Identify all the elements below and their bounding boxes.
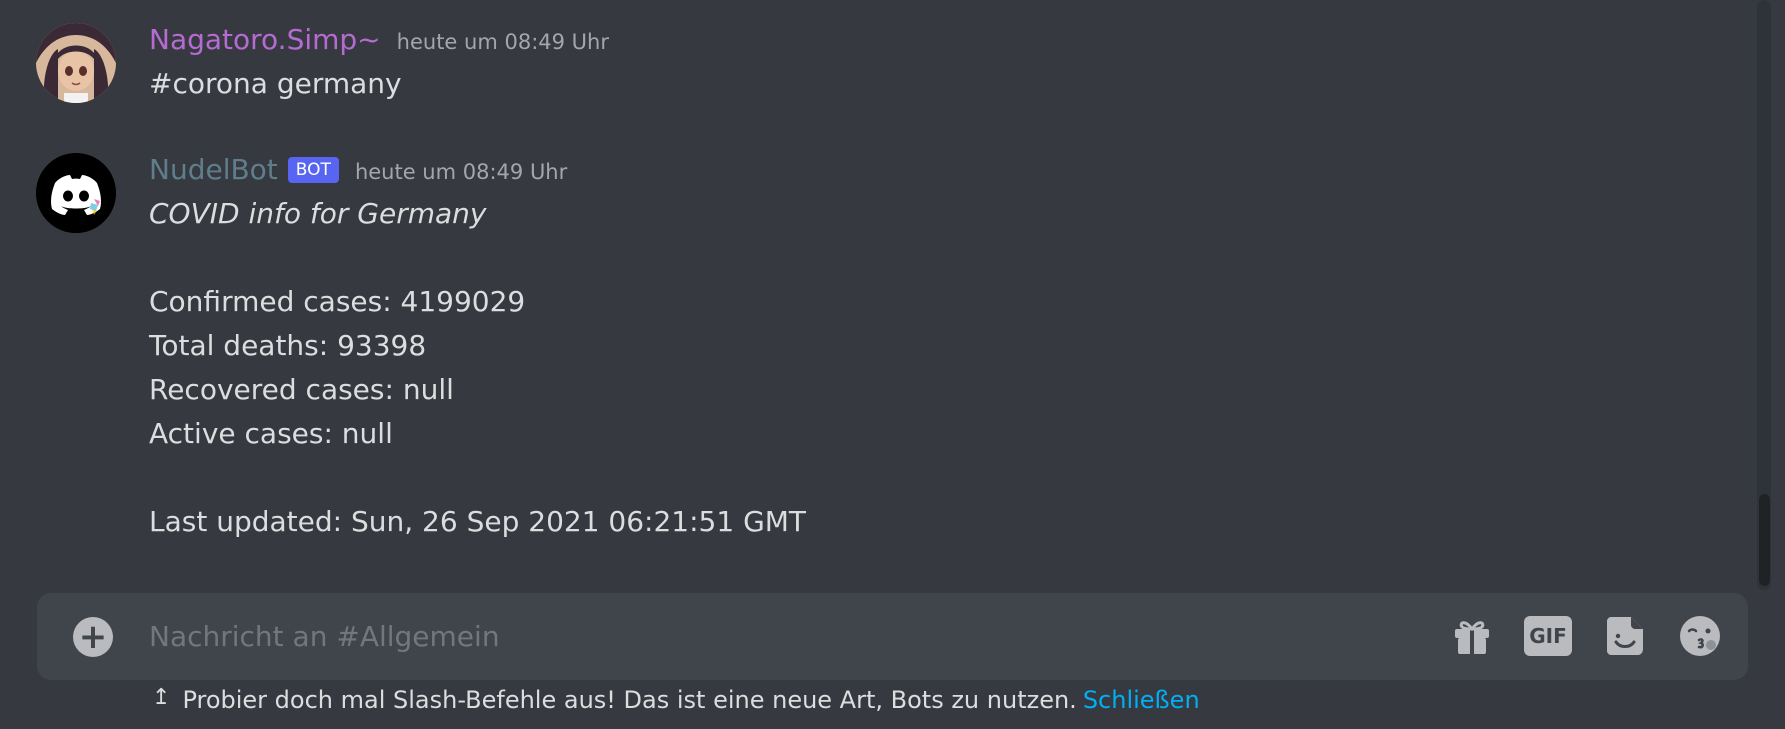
bot-avatar[interactable] [36, 153, 116, 233]
message-line: Confirmed cases: 4199029 [149, 285, 526, 318]
discord-logo-icon [36, 153, 116, 233]
username[interactable]: Nagatoro.Simp~ [149, 23, 381, 56]
message-header: NudelBot BOT heute um 08:49 Uhr [149, 153, 567, 193]
gif-label: GIF [1524, 616, 1572, 656]
gif-icon[interactable]: GIF [1524, 612, 1572, 660]
message-line: Last updated: Sun, 26 Sep 2021 06:21:51 … [149, 505, 807, 538]
plus-circle-icon[interactable]: + [73, 617, 113, 657]
gift-icon[interactable] [1448, 612, 1496, 660]
message-line: Recovered cases: null [149, 373, 454, 406]
scrollbar-thumb[interactable] [1759, 494, 1770, 586]
composer-toolbar: GIF [1448, 611, 1724, 661]
message-line: COVID info for Germany [149, 197, 487, 230]
avatar-image [36, 23, 116, 103]
message-line: Active cases: null [149, 417, 393, 450]
sticker-icon[interactable] [1600, 612, 1648, 660]
hint-text: Probier doch mal Slash-Befehle aus! Das … [182, 686, 1077, 714]
close-hint-link[interactable]: Schließen [1083, 686, 1200, 714]
emoji-icon[interactable] [1676, 612, 1724, 660]
bot-tag-badge: BOT [287, 157, 339, 183]
message-text: #corona germany [149, 67, 402, 100]
arrow-up-icon: ↥ [152, 684, 171, 710]
message-item: NudelBot BOT heute um 08:49 Uhr COVID in… [36, 153, 1725, 553]
message-content: COVID info for Germany Confirmed cases: … [149, 192, 806, 544]
timestamp: heute um 08:49 Uhr [354, 160, 568, 184]
message-composer: + GIF [37, 593, 1748, 680]
message-line: Total deaths: 93398 [149, 329, 427, 362]
chat-panel: Nagatoro.Simp~ heute um 08:49 Uhr #coron… [0, 0, 1785, 729]
username[interactable]: NudelBot [149, 153, 278, 186]
message-input[interactable] [149, 611, 1429, 661]
message-content: #corona germany [149, 62, 402, 106]
message-header: Nagatoro.Simp~ heute um 08:49 Uhr [149, 23, 609, 63]
user-avatar[interactable] [36, 23, 116, 103]
slash-commands-hint: ↥ Probier doch mal Slash-Befehle aus! Da… [152, 684, 1200, 715]
message-item: Nagatoro.Simp~ heute um 08:49 Uhr #coron… [36, 23, 1725, 113]
timestamp: heute um 08:49 Uhr [396, 30, 609, 54]
